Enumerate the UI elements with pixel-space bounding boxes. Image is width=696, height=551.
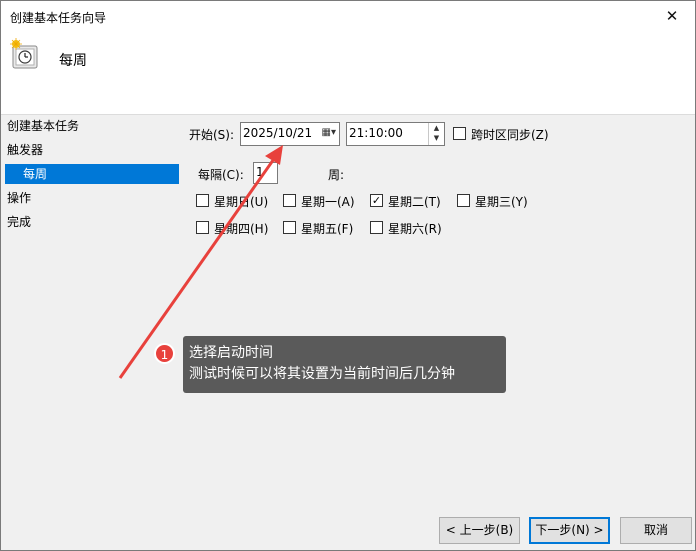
- window-title: 创建基本任务向导: [10, 11, 107, 25]
- recur-value: 1: [256, 165, 264, 179]
- thursday-label: 星期四(H): [214, 222, 269, 236]
- start-time-input[interactable]: 21:10:00 ▲ ▼: [346, 122, 445, 146]
- sync-timezone-label: 跨时区同步(Z): [471, 128, 549, 142]
- nav-item-trigger[interactable]: 触发器: [7, 140, 43, 160]
- back-button[interactable]: < 上一步(B): [439, 517, 520, 544]
- start-time-value: 21:10:00: [349, 126, 403, 140]
- nav-item-finish[interactable]: 完成: [7, 212, 31, 232]
- friday-label: 星期五(F): [301, 222, 354, 236]
- annotation-callout: 选择启动时间 测试时候可以将其设置为当前时间后几分钟: [183, 336, 506, 393]
- sunday-checkbox[interactable]: [196, 194, 209, 207]
- start-date-picker[interactable]: 2025/10/21 ▦▾: [240, 122, 340, 146]
- wednesday-label: 星期三(Y): [475, 195, 528, 209]
- wizard-header: 每周: [1, 31, 695, 115]
- start-label: 开始(S):: [189, 128, 235, 142]
- thursday-checkbox[interactable]: [196, 221, 209, 234]
- tuesday-checkbox[interactable]: ✓: [370, 194, 383, 207]
- page-title: 每周: [59, 53, 87, 69]
- annotation-number-badge: 1: [154, 343, 175, 364]
- sync-timezone-checkbox[interactable]: [453, 127, 466, 140]
- friday-checkbox[interactable]: [283, 221, 296, 234]
- next-button[interactable]: 下一步(N) >: [529, 517, 610, 544]
- recur-unit-label: 周:: [328, 168, 345, 182]
- saturday-checkbox[interactable]: [370, 221, 383, 234]
- title-bar: 创建基本任务向导 ✕: [1, 1, 695, 31]
- wednesday-checkbox[interactable]: [457, 194, 470, 207]
- close-icon[interactable]: ✕: [649, 1, 695, 31]
- cancel-button[interactable]: 取消: [620, 517, 692, 544]
- nav-item-create-basic-task[interactable]: 创建基本任务: [7, 116, 79, 136]
- wizard-window: 创建基本任务向导 ✕ 每周 创建基本任务 触发器 每周 操作 完成 开始(S):…: [0, 0, 696, 551]
- annotation-line-1: 选择启动时间: [189, 345, 273, 361]
- recur-label: 每隔(C):: [198, 168, 244, 182]
- monday-checkbox[interactable]: [283, 194, 296, 207]
- start-date-value: 2025/10/21: [243, 126, 313, 140]
- monday-label: 星期一(A): [301, 195, 355, 209]
- nav-item-weekly[interactable]: 每周: [5, 164, 179, 184]
- sunday-label: 星期日(U): [214, 195, 269, 209]
- recur-input[interactable]: 1: [253, 162, 278, 184]
- annotation-line-2: 测试时候可以将其设置为当前时间后几分钟: [189, 366, 455, 382]
- nav-item-action[interactable]: 操作: [7, 188, 31, 208]
- tuesday-label: 星期二(T): [388, 195, 441, 209]
- spin-down-icon[interactable]: ▼: [429, 133, 444, 143]
- time-spinner[interactable]: ▲ ▼: [428, 123, 444, 145]
- saturday-label: 星期六(R): [388, 222, 442, 236]
- checkmark-icon: ✓: [371, 194, 382, 207]
- spin-up-icon[interactable]: ▲: [429, 123, 444, 133]
- calendar-dropdown-icon[interactable]: ▦▾: [322, 123, 336, 143]
- task-scheduler-clock-icon: [10, 38, 38, 69]
